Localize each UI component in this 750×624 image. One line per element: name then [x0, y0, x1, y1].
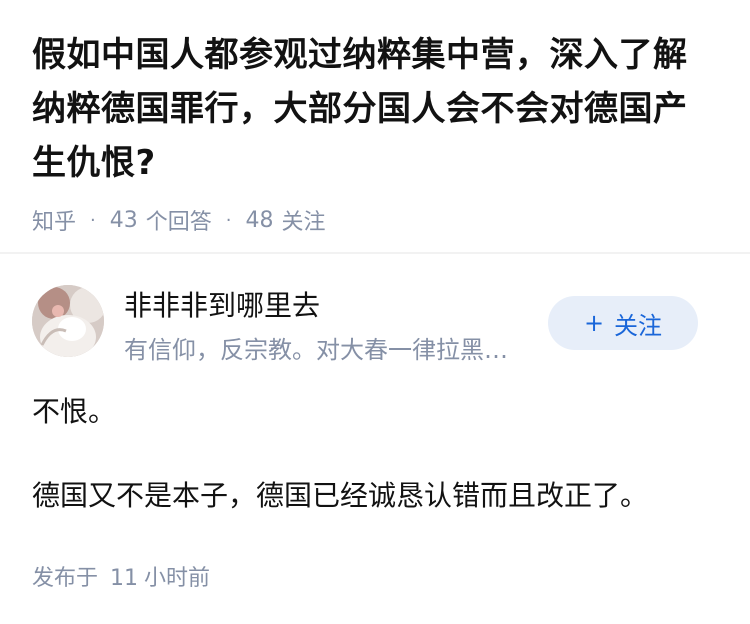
- question-header: 假如中国人都参观过纳粹集中营，深入了解纳粹德国罪行，大部分国人会不会对德国产生仇…: [0, 0, 750, 236]
- follow-count-label[interactable]: 关注: [282, 204, 326, 236]
- answer-card: 非非非到哪里去 有信仰，反宗教。对大春一律拉黑… + 关注 不恨。 德国又不是本…: [0, 254, 750, 592]
- answer-timestamp: 发布于 11 小时前: [0, 560, 750, 592]
- answer-paragraph: 不恨。: [32, 395, 117, 428]
- published-value: 11: [110, 566, 139, 591]
- follow-count: 48: [245, 207, 274, 233]
- question-meta: 知乎 · 43 个回答 · 48 关注: [32, 204, 718, 236]
- plus-icon: +: [583, 309, 605, 337]
- avatar[interactable]: [32, 285, 104, 357]
- answer-count: 43: [109, 207, 138, 233]
- published-unit: 小时前: [144, 566, 211, 591]
- follow-button-label: 关注: [614, 311, 663, 340]
- answer-count-label[interactable]: 个回答: [146, 204, 212, 236]
- answer-paragraph: 德国又不是本子，德国已经诚恳认错而且改正了。: [32, 479, 649, 512]
- follow-button[interactable]: + 关注: [548, 296, 698, 350]
- author-bio: 有信仰，反宗教。对大春一律拉黑…: [124, 336, 508, 364]
- author-name[interactable]: 非非非到哪里去: [124, 284, 320, 324]
- published-label: 发布于: [32, 566, 99, 591]
- author-row: 非非非到哪里去 有信仰，反宗教。对大春一律拉黑… + 关注: [0, 254, 750, 374]
- question-title[interactable]: 假如中国人都参观过纳粹集中营，深入了解纳粹德国罪行，大部分国人会不会对德国产生仇…: [32, 28, 718, 190]
- meta-separator: ·: [225, 209, 232, 231]
- meta-separator: ·: [90, 209, 96, 231]
- source-label[interactable]: 知乎: [32, 204, 76, 236]
- answer-content[interactable]: 不恨。 德国又不是本子，德国已经诚恳认错而且改正了。: [0, 392, 750, 516]
- avatar-photo-icon: [32, 285, 104, 357]
